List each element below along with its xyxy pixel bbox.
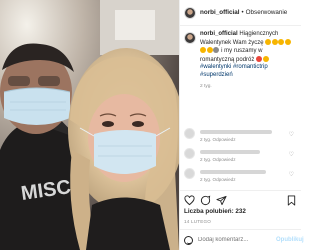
comment-body: 2 tyg. Odpowiedz [200,168,286,182]
header-username[interactable]: norbi_official [200,9,240,16]
emoji-icon [206,47,213,54]
caption-avatar[interactable] [184,32,196,44]
like-comment-icon[interactable]: ♡ [289,131,294,138]
like-comment-icon[interactable]: ♡ [289,151,294,158]
comment-meta[interactable]: 2 tyg. Odpowiedz [200,137,286,142]
add-comment-bar: Opublikuj [180,229,304,250]
caption: norbi_official Hiągiencznych Walentynek … [184,31,298,90]
likes-count[interactable]: Liczba polubień: 232 [184,208,246,215]
comment-body: 2 tyg. Odpowiedz [200,148,286,162]
comment-item: 2 tyg. Odpowiedz ♡ [184,168,298,182]
post-actions [180,190,301,208]
emoji-icon [278,38,285,45]
hashtag[interactable]: #walentynki [200,64,231,70]
hashtag[interactable]: #romantictrip [233,64,268,70]
bookmark-icon[interactable] [286,195,297,206]
heart-icon[interactable] [184,195,195,206]
caption-body: norbi_official Hiągiencznych Walentynek … [200,31,297,90]
emoji-icon [213,47,219,54]
comment-text-blurred [200,170,266,174]
comment-meta[interactable]: 2 tyg. Odpowiedz [200,177,286,182]
comment-input[interactable] [198,237,276,243]
emoji-icon [284,38,291,45]
comment-body: 2 tyg. Odpowiedz [200,128,286,142]
separator-dot: • [241,9,244,16]
comment-text-blurred [200,150,260,154]
share-icon[interactable] [216,195,227,206]
comment-item: 2 tyg. Odpowiedz ♡ [184,128,298,142]
caption-time: 2 tyg. [200,83,212,89]
avatar[interactable] [184,6,196,19]
emoji-picker-icon[interactable] [184,235,193,245]
like-comment-icon[interactable]: ♡ [289,171,294,178]
post-date: 14 LUTEGO [184,219,212,224]
selfie-image: MISC [0,0,179,250]
following-button[interactable]: Obserwowanie [246,9,288,16]
emoji-icon [265,38,272,45]
emoji-icon [271,38,278,45]
hashtag[interactable]: #superdzień [200,72,233,78]
emoji-icon [262,55,269,62]
commenter-avatar[interactable] [184,168,195,179]
post-comment-button[interactable]: Opublikuj [276,237,304,243]
caption-username[interactable]: norbi_official [200,31,238,37]
emoji-group-2 [256,55,269,63]
emoji-icon [256,55,263,62]
commenter-avatar[interactable] [184,128,195,139]
comment-meta[interactable]: 2 tyg. Odpowiedz [200,157,286,162]
post-side-panel: norbi_official • Obserwowanie norbi_offi… [179,0,304,250]
comment-item: 2 tyg. Odpowiedz ♡ [184,148,298,162]
comment-text-blurred [200,130,272,134]
commenter-avatar[interactable] [184,148,195,159]
post-header: norbi_official • Obserwowanie [180,0,301,26]
post-photo[interactable]: MISC [0,0,179,250]
comment-icon[interactable] [200,195,211,206]
instagram-post: MISC norbi_official • Obserwowanie norbi… [0,0,304,250]
emoji-icon [200,47,206,54]
